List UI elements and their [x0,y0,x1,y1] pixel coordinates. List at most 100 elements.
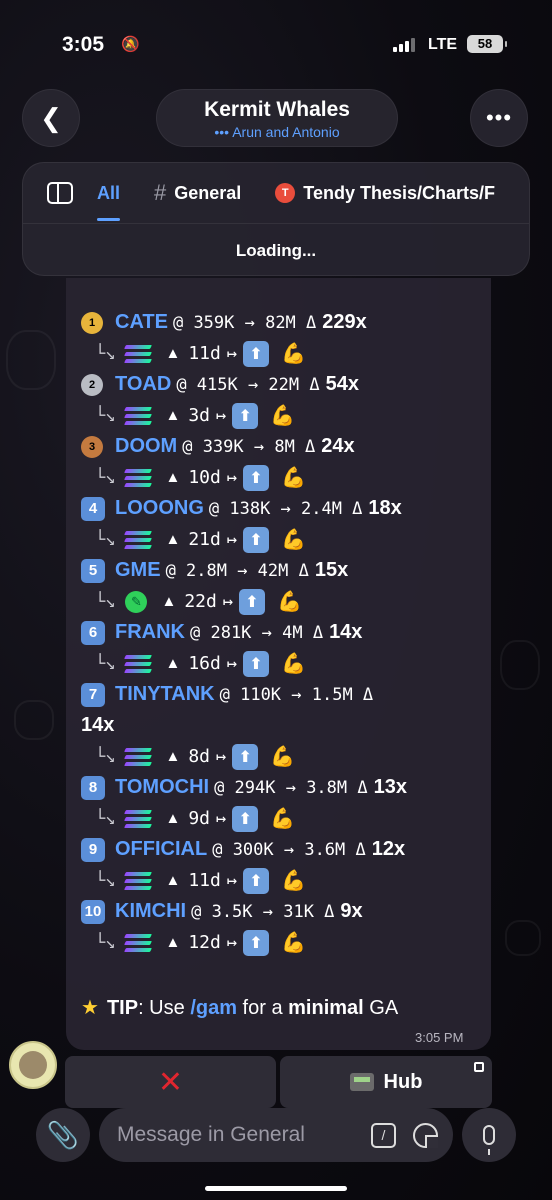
triangle-up-icon: ▲ [165,810,181,827]
maps-to-icon: ↦ [226,529,238,550]
up-arrow-button[interactable]: ⬆ [243,867,270,894]
solana-icon[interactable] [124,871,153,890]
hub-label: Hub [383,1070,423,1093]
flexed-biceps-icon: 💪 [281,467,307,489]
tab-tendy-thesis[interactable]: T Tendy Thesis/Charts/F [275,163,495,223]
tip-mid: for a [237,997,289,1019]
solana-icon[interactable] [124,530,153,549]
leaderboard-row: 6 FRANK @ 281K → 4M Δ 14x [81,617,501,648]
flexed-biceps-icon: 💪 [270,808,296,830]
triangle-up-icon: ▲ [161,593,177,610]
token-price-range: @ 300K → 3.6M Δ [212,839,366,860]
triangle-up-icon: ▲ [165,407,181,424]
triangle-up-icon: ▲ [165,469,181,486]
tip-label: TIP [106,997,139,1019]
token-symbol-link[interactable]: LOOONG [115,497,204,520]
microphone-icon [483,1125,495,1155]
token-symbol-link[interactable]: CATE [115,311,168,334]
hub-button[interactable]: Hub [280,1056,492,1108]
token-symbol-link[interactable]: TOMOCHI [115,776,209,799]
sidebar-toggle-icon[interactable] [47,182,73,204]
rank-medal-icon: 1 [81,311,103,334]
sticker-icon[interactable] [413,1123,438,1148]
solana-icon[interactable] [124,933,153,952]
tab-tendy-label: Tendy Thesis/Charts/F [303,182,495,203]
leaf-chain-icon[interactable]: ✎ [125,590,148,613]
up-arrow-button[interactable]: ⬆ [243,464,270,491]
token-age: 12d [188,932,221,953]
up-arrow-button[interactable]: ⬆ [239,588,266,615]
solana-icon[interactable] [124,468,153,487]
token-symbol-link[interactable]: OFFICIAL [115,838,207,861]
leaderboard-row: 3 DOOM @ 339K → 8M Δ 24x [81,431,501,462]
up-arrow-button[interactable]: ⬆ [232,805,259,832]
status-bar: 3:05 🔕 LTE 58 [0,0,552,80]
home-indicator [205,1186,347,1191]
flexed-biceps-icon: 💪 [281,343,307,365]
token-symbol-link[interactable]: TOAD [115,373,171,396]
tree-branch-icon: └↘ [95,343,116,364]
slash-command-icon[interactable]: / [371,1123,396,1148]
maps-to-icon: ↦ [216,746,227,767]
tree-branch-icon: └↘ [95,529,116,550]
rank-keycap-icon: 6 [81,620,105,645]
token-symbol-link[interactable]: GME [115,559,161,582]
up-arrow-button[interactable]: ⬆ [232,743,259,770]
close-keyboard-button[interactable]: ✕ [65,1056,276,1108]
up-arrow-button[interactable]: ⬆ [243,929,270,956]
leaderboard-row: 1 CATE @ 359K → 82M Δ 229x [81,307,501,338]
leaderboard-detail-row: └↘ ▲ 10d ↦ ⬆ 💪 [81,462,501,493]
avatar[interactable] [9,1041,57,1089]
token-multiplier: 15x [314,559,349,581]
solana-icon[interactable] [124,406,153,425]
token-age: 21d [188,529,221,550]
triangle-up-icon: ▲ [165,345,181,362]
leaderboard-detail-row: └↘ ▲ 3d ↦ ⬆ 💪 [81,400,501,431]
tree-branch-icon: └↘ [95,405,116,426]
close-icon: ✕ [157,1065,184,1099]
up-arrow-button[interactable]: ⬆ [243,526,270,553]
leaderboard-row: 2 TOAD @ 415K → 22M Δ 54x [81,369,501,400]
token-symbol-link[interactable]: DOOM [115,435,177,458]
token-price-range: @ 359K → 82M Δ [172,312,317,333]
rank-keycap-icon: 10 [81,899,105,924]
up-arrow-button[interactable]: ⬆ [243,340,270,367]
topics-panel: All # General T Tendy Thesis/Charts/F Lo… [22,162,530,276]
maps-to-icon: ↦ [226,467,238,488]
token-symbol-link[interactable]: TINYTANK [115,683,215,706]
tab-all[interactable]: All [96,163,120,223]
token-age: 22d [184,591,217,612]
token-symbol-link[interactable]: FRANK [115,621,185,644]
solana-icon[interactable] [124,344,153,363]
solana-icon[interactable] [124,809,153,828]
token-price-range: @ 339K → 8M Δ [182,436,316,457]
up-arrow-button[interactable]: ⬆ [232,402,259,429]
token-price-range: @ 3.5K → 31K Δ [191,901,335,922]
chat-title-pill[interactable]: Kermit Whales ••• Arun and Antonio [156,89,398,147]
loading-indicator: Loading... [23,223,529,275]
solana-icon[interactable] [124,747,153,766]
up-arrow-button[interactable]: ⬆ [243,650,270,677]
tab-general-label: General [174,182,242,203]
token-multiplier: 24x [321,435,355,457]
gam-command-link[interactable]: /gam [190,997,237,1019]
attach-button[interactable]: 📎 [36,1108,90,1162]
leaderboard-detail-row: └↘ ▲ 12d ↦ ⬆ 💪 [81,927,501,958]
back-button[interactable]: ❮ [22,89,80,147]
message-input[interactable] [117,1108,367,1162]
token-multiplier: 229x [322,311,367,333]
token-age: 16d [188,653,221,674]
leaderboard-detail-row: └↘ ▲ 11d ↦ ⬆ 💪 [81,338,501,369]
tree-branch-icon: └↘ [95,591,116,612]
maps-to-icon: ↦ [226,343,238,364]
tab-general[interactable]: # General [154,163,241,223]
leaderboard-detail-row: └↘ ▲ 8d ↦ ⬆ 💪 [81,741,501,772]
token-price-range: @ 2.8M → 42M Δ [165,560,309,581]
token-age: 9d [188,808,211,829]
solana-icon[interactable] [124,654,153,673]
more-button[interactable]: ••• [470,89,528,147]
leaderboard-detail-row: └↘ ▲ 16d ↦ ⬆ 💪 [81,648,501,679]
glowing-star-icon: ★ [81,997,99,1019]
token-symbol-link[interactable]: KIMCHI [115,900,186,923]
mic-button[interactable] [462,1108,516,1162]
